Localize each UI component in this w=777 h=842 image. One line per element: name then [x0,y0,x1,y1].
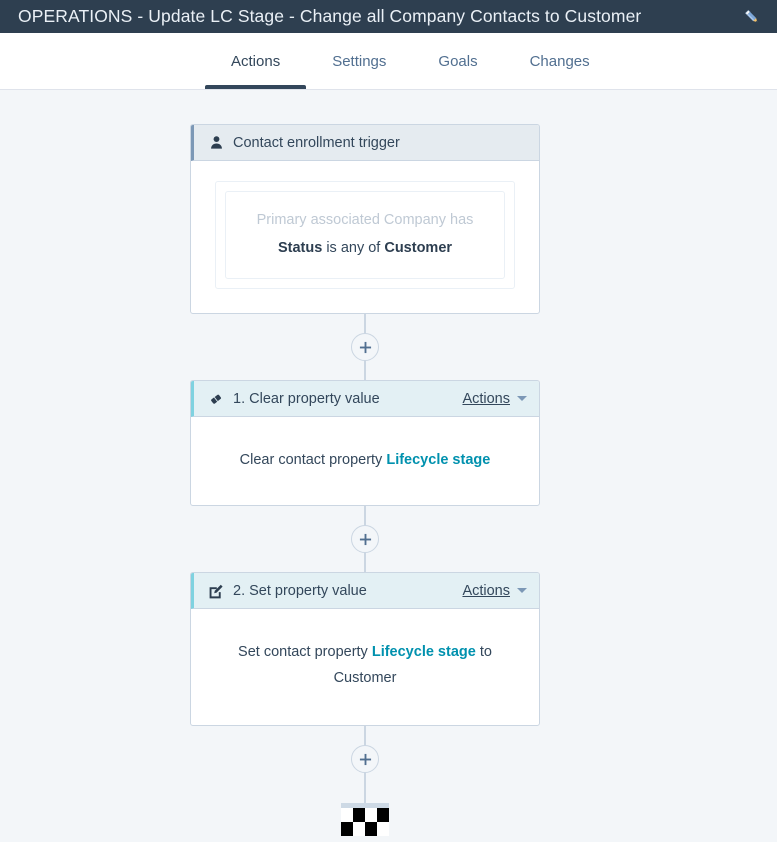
workflow-step-1-body: Clear contact property Lifecycle stage [191,417,539,505]
workflow-step-1-actions-menu[interactable]: Actions [462,391,527,407]
workflow-step-2-body: Set contact property Lifecycle stage to … [191,609,539,725]
chevron-down-icon [517,588,527,593]
eraser-icon [207,390,225,408]
trigger-filter-group[interactable]: Primary associated Company has Status is… [215,181,515,289]
tab-settings-label: Settings [332,53,386,70]
workflow-flow: Contact enrollment trigger Primary assoc… [190,124,540,842]
checkered-flag-icon [341,803,389,836]
trigger-filter-value: Customer [384,240,452,256]
pencil-icon [742,7,762,27]
workflow-end-marker [190,792,540,842]
edit-square-icon [207,582,225,600]
workflow-step-2-actions-label: Actions [462,583,510,599]
plus-icon [359,533,372,546]
plus-icon [359,341,372,354]
add-action-button-1[interactable] [351,333,379,361]
plus-icon [359,753,372,766]
trigger-filter-property: Status [278,240,322,256]
enrollment-trigger-body: Primary associated Company has Status is… [191,161,539,313]
page-title: OPERATIONS - Update LC Stage - Change al… [18,8,739,26]
enrollment-trigger-card[interactable]: Contact enrollment trigger Primary assoc… [190,124,540,314]
tab-changes-label: Changes [530,53,590,70]
connector-3 [190,726,540,792]
tab-goals[interactable]: Goals [412,33,503,89]
workflow-step-2[interactable]: 2. Set property value Actions Set contac… [190,572,540,726]
trigger-filter[interactable]: Primary associated Company has Status is… [225,191,505,279]
window-titlebar: OPERATIONS - Update LC Stage - Change al… [0,0,777,33]
workflow-step-2-property[interactable]: Lifecycle stage [372,644,476,660]
contact-person-icon [207,134,225,152]
workflow-step-2-actions-menu[interactable]: Actions [462,583,527,599]
add-action-button-3[interactable] [351,745,379,773]
tab-actions[interactable]: Actions [205,33,306,89]
tab-goals-label: Goals [438,53,477,70]
workflow-canvas: Contact enrollment trigger Primary assoc… [0,90,777,810]
trigger-filter-lead: Primary associated Company has [236,206,494,234]
add-action-button-2[interactable] [351,525,379,553]
connector-1 [190,314,540,380]
workflow-step-1-property[interactable]: Lifecycle stage [386,452,490,468]
workflow-step-2-header: 2. Set property value Actions [191,573,539,609]
tab-settings[interactable]: Settings [306,33,412,89]
main-tabbar: Actions Settings Goals Changes [0,33,777,90]
workflow-step-1[interactable]: 1. Clear property value Actions Clear co… [190,380,540,506]
workflow-step-1-actions-label: Actions [462,391,510,407]
workflow-step-2-value: Customer [334,670,397,686]
workflow-step-1-title: 1. Clear property value [233,391,462,407]
trigger-filter-condition: Status is any of Customer [236,234,494,262]
connector-2 [190,506,540,572]
workflow-step-1-body-prefix: Clear contact property [240,452,387,468]
workflow-step-2-body-prefix: Set contact property [238,644,372,660]
workflow-step-2-body-suffix: to [476,644,492,660]
workflow-step-2-title: 2. Set property value [233,583,462,599]
trigger-filter-operator: is any of [326,240,380,256]
workflow-step-1-header: 1. Clear property value Actions [191,381,539,417]
tab-changes[interactable]: Changes [504,33,616,89]
chevron-down-icon [517,396,527,401]
flag-grid [341,808,389,836]
edit-title-button[interactable] [739,4,765,30]
enrollment-trigger-header: Contact enrollment trigger [191,125,539,161]
tab-actions-label: Actions [231,53,280,70]
enrollment-trigger-title: Contact enrollment trigger [233,135,527,151]
